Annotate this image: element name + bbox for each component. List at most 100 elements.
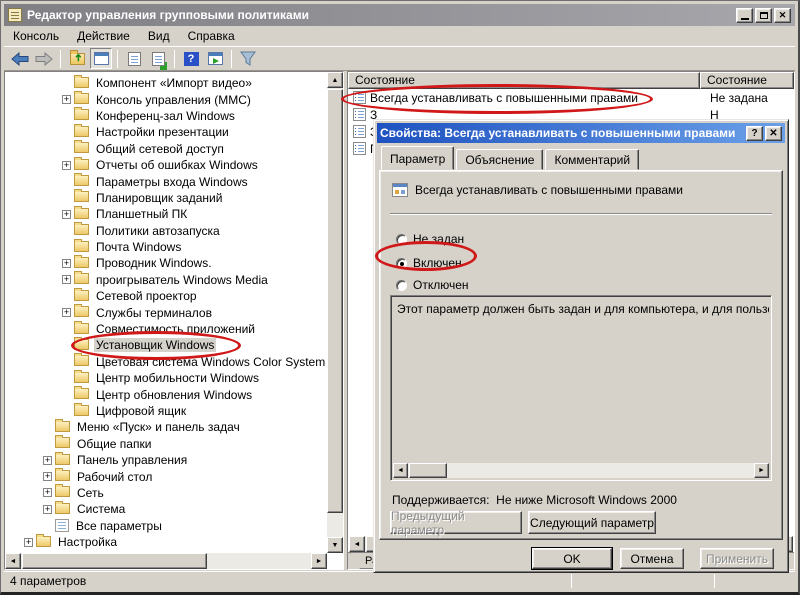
tree-item-label: Установщик Windows [94, 338, 216, 352]
tree-item[interactable]: Цифровой ящик [6, 403, 326, 419]
show-console-tree-icon[interactable] [90, 48, 112, 69]
dialog-close-button[interactable]: ✕ [765, 126, 782, 141]
scrollbar-thumb[interactable] [22, 553, 207, 569]
previous-setting-button[interactable]: Предыдущий параметр [390, 511, 522, 534]
scrollbar-thumb[interactable] [409, 463, 447, 478]
tab-comment[interactable]: Комментарий [545, 149, 639, 170]
tree-item[interactable]: +Планшетный ПК [6, 206, 326, 222]
tree-item[interactable]: +Отчеты об ошибках Windows [6, 157, 326, 173]
radio-label: Включен [413, 256, 462, 270]
tree-item-label: Сетевой проектор [94, 289, 199, 303]
expand-plus-icon[interactable]: + [62, 259, 71, 268]
tree-item[interactable]: +Проводник Windows. [6, 255, 326, 271]
tree-item[interactable]: +Настройка [6, 534, 326, 550]
tree-vertical-scrollbar[interactable] [327, 72, 343, 553]
cancel-button[interactable]: Отмена [620, 548, 684, 569]
expand-plus-icon[interactable]: + [62, 308, 71, 317]
minimize-button[interactable] [736, 8, 753, 23]
policy-icon [353, 108, 366, 121]
tree-item[interactable]: Конференц-зал Windows [6, 108, 326, 124]
policy-row[interactable]: Всегда устанавливать с повышенными права… [348, 89, 794, 106]
scroll-left-icon[interactable] [5, 553, 21, 569]
radio-icon[interactable] [396, 258, 407, 269]
tree-item[interactable]: +Рабочий стол [6, 468, 326, 484]
help-icon[interactable]: ? [180, 48, 202, 69]
scrollbar-thumb[interactable] [327, 89, 343, 513]
expand-plus-icon[interactable]: + [62, 95, 71, 104]
tree-item[interactable]: Центр обновления Windows [6, 386, 326, 402]
expand-plus-icon[interactable]: + [62, 161, 71, 170]
scroll-right-icon[interactable] [754, 463, 769, 478]
expand-plus-icon[interactable]: + [43, 488, 52, 497]
scroll-right-icon[interactable] [311, 553, 327, 569]
tree-item[interactable]: Настройки презентации [6, 124, 326, 140]
description-scrollbar[interactable] [393, 463, 769, 478]
tree-item[interactable]: Совместимость приложений [6, 321, 326, 337]
tree-item[interactable]: Параметры входа Windows [6, 173, 326, 189]
close-button[interactable]: ✕ [774, 8, 791, 23]
expand-plus-icon[interactable]: + [43, 472, 52, 481]
tree-item-label: Совместимость приложений [94, 322, 257, 336]
column-header-state[interactable]: Состояние [700, 72, 794, 89]
radio-icon[interactable] [396, 234, 407, 245]
tree-item[interactable]: +Панель управления [6, 452, 326, 468]
apply-button[interactable]: Применить [700, 548, 774, 569]
back-icon[interactable] [9, 48, 31, 69]
tree-item[interactable]: Почта Windows [6, 239, 326, 255]
tree-item[interactable]: Сетевой проектор [6, 288, 326, 304]
folder-icon [74, 208, 89, 219]
expand-plus-icon[interactable]: + [24, 538, 33, 547]
scroll-left-icon[interactable] [393, 463, 408, 478]
tree-item[interactable]: + Сеть [6, 485, 326, 501]
tree-item[interactable]: Все параметры [6, 518, 326, 534]
tree-item[interactable]: +проигрыватель Windows Media [6, 272, 326, 288]
up-one-level-icon[interactable] [66, 48, 88, 69]
tree-item[interactable]: Установщик Windows [6, 337, 326, 353]
description-text: Этот параметр должен быть задан и для ко… [397, 302, 769, 316]
tree-item-label: Сеть [75, 486, 106, 500]
tree-item[interactable]: Компонент «Импорт видео» [6, 75, 326, 91]
filter-icon[interactable] [237, 48, 259, 69]
expand-plus-icon[interactable]: + [43, 456, 52, 465]
expand-plus-icon[interactable]: + [62, 275, 71, 284]
folder-icon [55, 486, 70, 497]
radio-icon[interactable] [396, 280, 407, 291]
radio-enabled[interactable]: Включен [396, 256, 462, 270]
tree-item[interactable]: +Консоль управления (MMC) [6, 91, 326, 107]
dialog-help-button[interactable]: ? [746, 126, 763, 141]
tree-horizontal-scrollbar[interactable] [5, 553, 327, 569]
menu-console[interactable]: Консоль [4, 27, 68, 45]
tree-item[interactable]: Меню «Пуск» и панель задач [6, 419, 326, 435]
radio-disabled[interactable]: Отключен [396, 278, 469, 292]
tree-item[interactable]: Общие папки [6, 436, 326, 452]
properties-icon[interactable] [123, 48, 145, 69]
column-header-name[interactable]: Состояние [348, 72, 700, 89]
tree-item[interactable]: Планировщик заданий [6, 190, 326, 206]
scroll-up-icon[interactable] [327, 72, 343, 88]
tree-item[interactable]: Политики автозапуска [6, 223, 326, 239]
expander-spacer [62, 177, 71, 186]
tree-item-label: Настройки презентации [94, 125, 231, 139]
tab-explanation[interactable]: Объяснение [456, 149, 543, 170]
export-list-icon[interactable] [147, 48, 169, 69]
new-window-icon[interactable] [204, 48, 226, 69]
next-setting-button[interactable]: Следующий параметр [528, 511, 656, 534]
tree-item[interactable]: Общий сетевой доступ [6, 141, 326, 157]
tab-parameter[interactable]: Параметр [381, 146, 454, 170]
scroll-down-icon[interactable] [327, 537, 343, 553]
properties-dialog: Свойства: Всегда устанавливать с повышен… [373, 119, 789, 573]
scroll-left-icon[interactable] [349, 536, 365, 552]
radio-not-configured[interactable]: Не задан [396, 232, 464, 246]
tree-item[interactable]: +Службы терминалов [6, 304, 326, 320]
maximize-button[interactable] [755, 8, 772, 23]
tree-item[interactable]: Цветовая система Windows Color System [6, 354, 326, 370]
tree-item[interactable]: Центр мобильности Windows [6, 370, 326, 386]
menu-action[interactable]: Действие [68, 27, 139, 45]
expand-plus-icon[interactable]: + [43, 505, 52, 514]
expand-plus-icon[interactable]: + [62, 210, 71, 219]
menu-view[interactable]: Вид [139, 27, 179, 45]
ok-button[interactable]: OK [532, 548, 612, 569]
tree-item[interactable]: +Система [6, 501, 326, 517]
forward-icon[interactable] [33, 48, 55, 69]
menu-help[interactable]: Справка [179, 27, 244, 45]
